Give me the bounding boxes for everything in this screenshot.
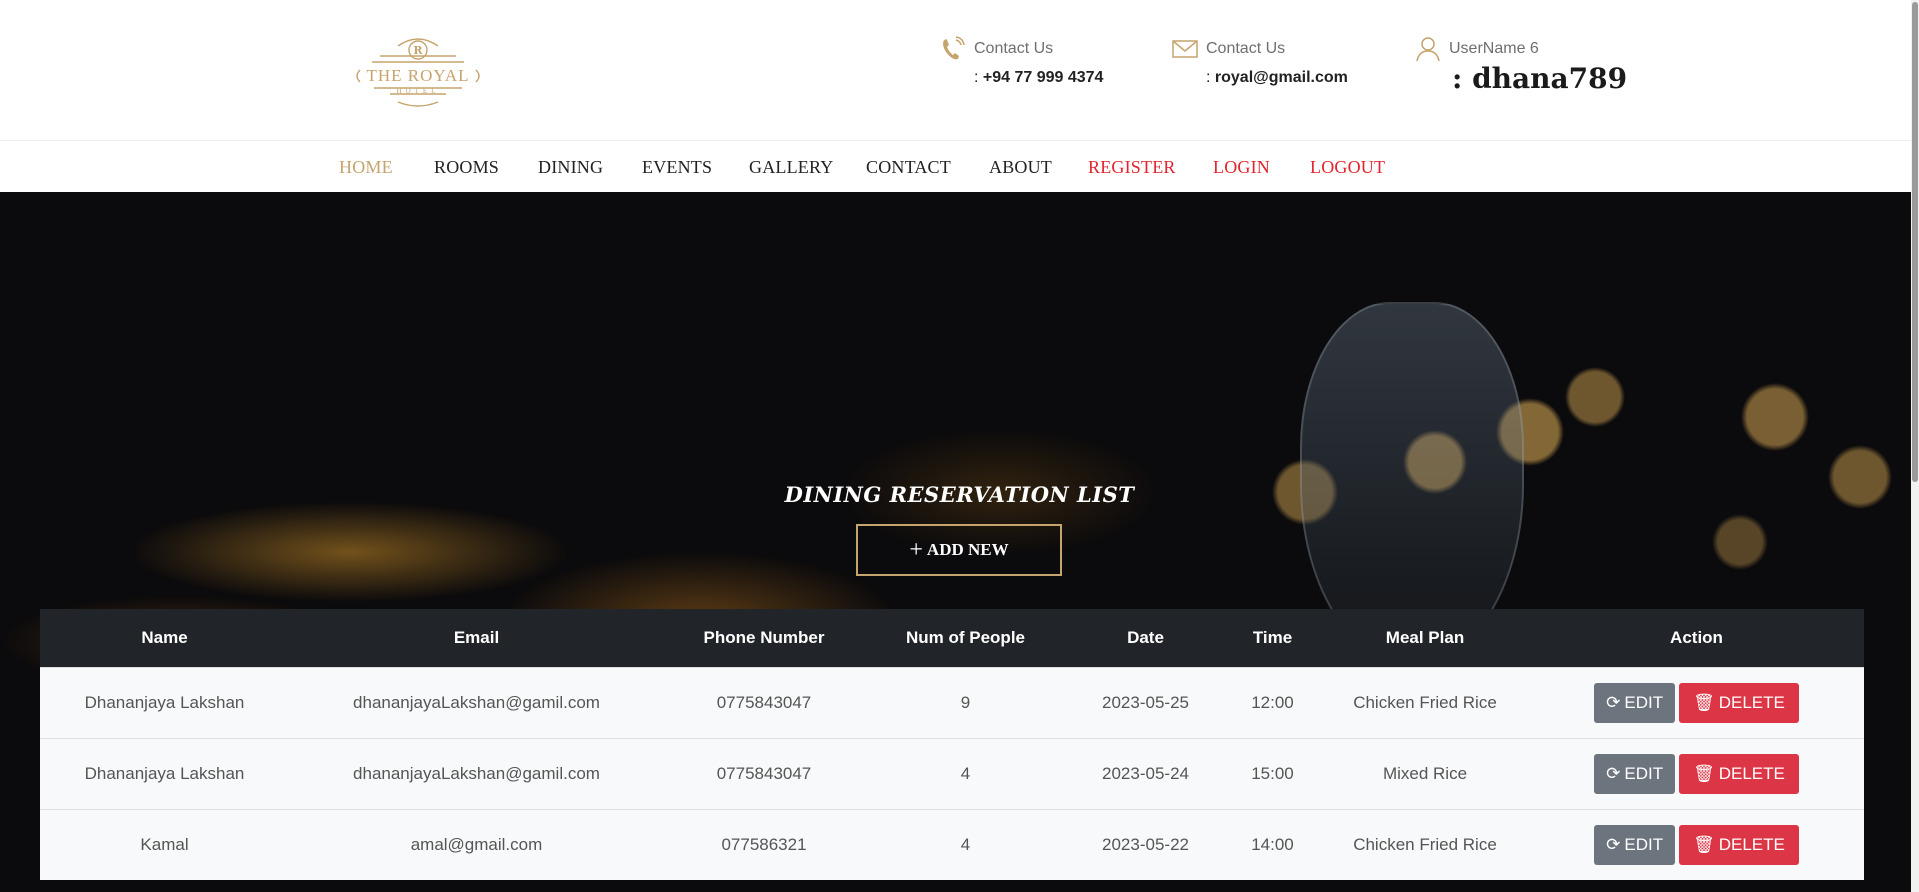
cell-date: 2023-05-24 — [1067, 738, 1224, 810]
contact-email-value[interactable]: : royal@gmail.com — [1206, 69, 1348, 87]
nav-about[interactable]: ABOUT — [989, 157, 1052, 178]
hotel-logo[interactable]: R THE ROYAL HOTEL — [350, 30, 486, 110]
cell-people: 4 — [864, 738, 1067, 810]
cell-time: 15:00 — [1224, 738, 1321, 810]
cell-action: ⟳ EDIT 🗑 DELETE — [1529, 809, 1864, 880]
main-nav: HOME ROOMS DINING EVENTS GALLERY CONTACT… — [0, 141, 1919, 192]
plus-icon: + — [909, 536, 923, 563]
phone-icon — [940, 36, 966, 62]
refresh-icon: ⟳ — [1606, 835, 1621, 854]
mail-icon — [1172, 36, 1198, 62]
contact-phone: Contact Us : +94 77 999 4374 — [940, 36, 1140, 96]
delete-button[interactable]: 🗑 DELETE — [1679, 754, 1799, 794]
refresh-icon: ⟳ — [1606, 693, 1621, 712]
delete-label: DELETE — [1718, 764, 1785, 783]
reservation-table: Name Email Phone Number Num of People Da… — [40, 609, 1864, 880]
column-header-name: Name — [40, 609, 289, 668]
cell-date: 2023-05-25 — [1067, 667, 1224, 739]
cell-time: 12:00 — [1224, 667, 1321, 739]
edit-label: EDIT — [1624, 693, 1664, 712]
username-label: UserName 6 — [1449, 40, 1539, 57]
svg-text:R: R — [413, 44, 423, 57]
cell-action: ⟳ EDIT 🗑 DELETE — [1529, 738, 1864, 810]
cell-email: dhananjayaLakshan@gamil.com — [289, 738, 664, 810]
trash-icon: 🗑 — [1693, 693, 1715, 712]
contact-email-label: Contact Us — [1206, 40, 1286, 57]
username-value: : dhana789 — [1452, 62, 1628, 95]
scrollbar-thumb[interactable] — [1912, 2, 1918, 482]
delete-button[interactable]: 🗑 DELETE — [1679, 825, 1799, 865]
column-header-meal: Meal Plan — [1321, 609, 1529, 668]
column-header-date: Date — [1067, 609, 1224, 668]
column-header-action: Action — [1529, 609, 1864, 668]
cell-name: Kamal — [40, 809, 289, 880]
cell-email: amal@gmail.com — [289, 809, 664, 880]
contact-phone-value[interactable]: : +94 77 999 4374 — [974, 69, 1103, 87]
delete-label: DELETE — [1718, 835, 1785, 854]
trash-icon: 🗑 — [1693, 764, 1715, 783]
cell-people: 4 — [864, 809, 1067, 880]
user-icon — [1415, 36, 1441, 62]
edit-button[interactable]: ⟳ EDIT — [1594, 825, 1676, 865]
column-header-time: Time — [1224, 609, 1321, 668]
page-scrollbar[interactable] — [1911, 0, 1919, 892]
add-new-button[interactable]: + ADD NEW — [856, 524, 1062, 576]
column-header-phone: Phone Number — [664, 609, 864, 668]
cell-phone: 0775843047 — [664, 667, 864, 739]
table-row: Dhananjaya Lakshan dhananjayaLakshan@gam… — [40, 738, 1864, 810]
trash-icon: 🗑 — [1693, 835, 1715, 854]
edit-label: EDIT — [1624, 764, 1664, 783]
nav-contact[interactable]: CONTACT — [866, 157, 951, 178]
nav-home[interactable]: HOME — [339, 157, 393, 178]
nav-login[interactable]: LOGIN — [1213, 157, 1270, 178]
nav-gallery[interactable]: GALLERY — [749, 157, 833, 178]
contact-phone-label: Contact Us — [974, 40, 1054, 57]
add-new-label: ADD NEW — [926, 540, 1009, 559]
cell-people: 9 — [864, 667, 1067, 739]
logo-icon: R THE ROYAL HOTEL — [356, 38, 480, 107]
nav-rooms[interactable]: ROOMS — [434, 157, 499, 178]
edit-button[interactable]: ⟳ EDIT — [1594, 683, 1676, 723]
svg-text:HOTEL: HOTEL — [397, 87, 440, 95]
svg-text:THE ROYAL: THE ROYAL — [367, 66, 470, 85]
cell-meal: Mixed Rice — [1321, 738, 1529, 810]
cell-action: ⟳ EDIT 🗑 DELETE — [1529, 667, 1864, 739]
cell-time: 14:00 — [1224, 809, 1321, 880]
refresh-icon: ⟳ — [1606, 764, 1621, 783]
edit-label: EDIT — [1624, 835, 1664, 854]
table-row: Dhananjaya Lakshan dhananjayaLakshan@gam… — [40, 667, 1864, 739]
site-header: R THE ROYAL HOTEL Contact Us : +94 77 99… — [0, 0, 1919, 141]
delete-button[interactable]: 🗑 DELETE — [1679, 683, 1799, 723]
cell-name: Dhananjaya Lakshan — [40, 738, 289, 810]
nav-register[interactable]: REGISTER — [1088, 157, 1176, 178]
table-row: Kamal amal@gmail.com 077586321 4 2023-05… — [40, 809, 1864, 880]
cell-phone: 0775843047 — [664, 738, 864, 810]
page-title: DINING RESERVATION LIST — [784, 482, 1135, 507]
contact-email: Contact Us : royal@gmail.com — [1172, 36, 1372, 96]
nav-events[interactable]: EVENTS — [642, 157, 712, 178]
cell-email: dhananjayaLakshan@gamil.com — [289, 667, 664, 739]
table-header-row: Name Email Phone Number Num of People Da… — [40, 609, 1864, 668]
column-header-people: Num of People — [864, 609, 1067, 668]
delete-label: DELETE — [1718, 693, 1785, 712]
nav-dining[interactable]: DINING — [538, 157, 603, 178]
cell-meal: Chicken Fried Rice — [1321, 809, 1529, 880]
nav-logout[interactable]: LOGOUT — [1310, 157, 1385, 178]
cell-meal: Chicken Fried Rice — [1321, 667, 1529, 739]
cell-name: Dhananjaya Lakshan — [40, 667, 289, 739]
column-header-email: Email — [289, 609, 664, 668]
edit-button[interactable]: ⟳ EDIT — [1594, 754, 1676, 794]
cell-phone: 077586321 — [664, 809, 864, 880]
cell-date: 2023-05-22 — [1067, 809, 1224, 880]
